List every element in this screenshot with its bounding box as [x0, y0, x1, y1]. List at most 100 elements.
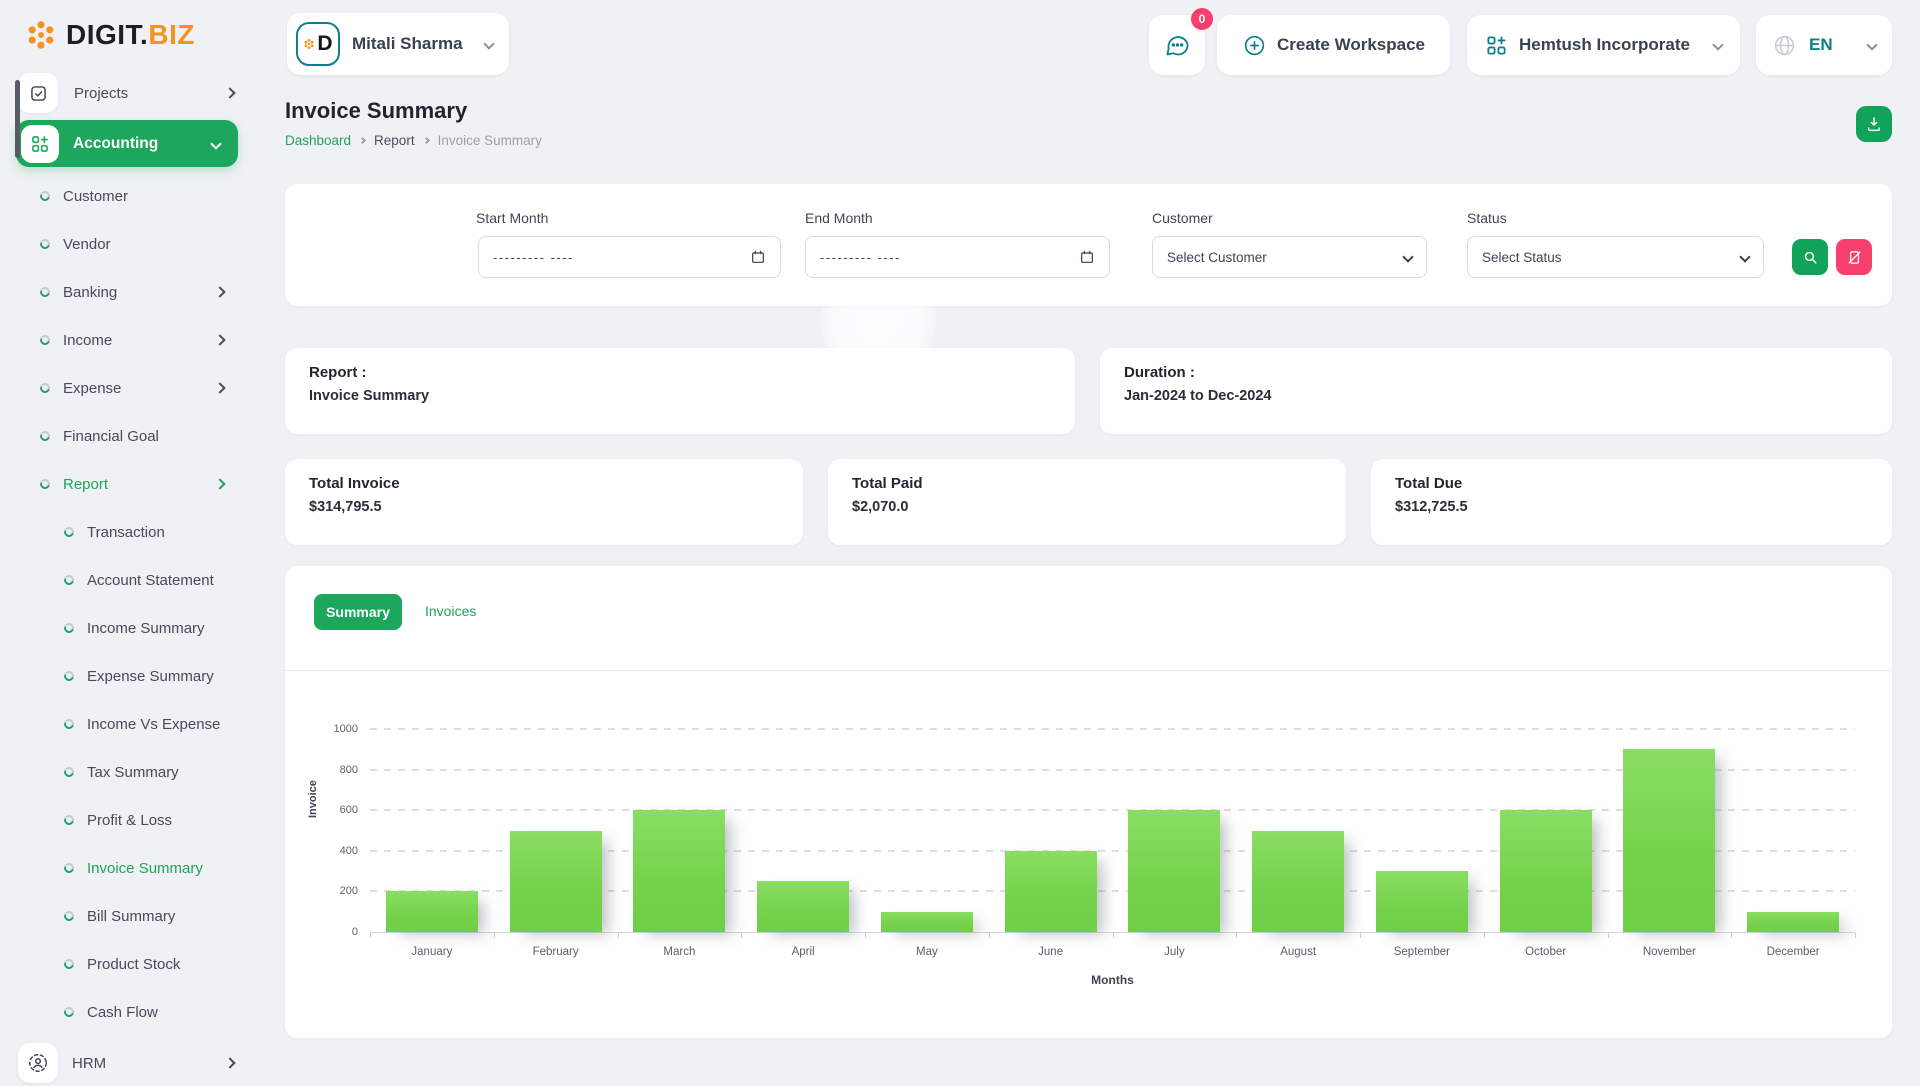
sidebar-item-vendor[interactable]: Vendor [0, 220, 258, 268]
sidebar-item-banking[interactable]: Banking [0, 268, 258, 316]
bullet-icon [62, 717, 76, 731]
sidebar-item-account-statement[interactable]: Account Statement [0, 556, 258, 604]
chat-icon [1164, 32, 1191, 59]
sidebar-scrollbar[interactable] [15, 80, 20, 158]
chevron-down-icon [483, 38, 495, 50]
sidebar-item-label: Banking [63, 283, 118, 301]
sidebar-item-invoice-summary[interactable]: Invoice Summary [0, 844, 258, 892]
app-screen: DIGIT.BIZ Projects Accounting Customer V… [0, 0, 1920, 1083]
hrm-person-icon [18, 1043, 58, 1083]
invoice-bar-chart-plot: 0 200 400 600 800 1000 January February March Apr… [334, 723, 1856, 958]
sidebar-item-cash-flow[interactable]: Cash Flow [0, 988, 258, 1036]
chevron-down-icon [1712, 39, 1724, 51]
breadcrumb-report[interactable]: Report [374, 133, 415, 148]
filter-panel: Start Month --------- ---- End Month ---… [285, 184, 1892, 306]
bullet-icon [62, 573, 76, 587]
status-select-value: Select Status [1482, 249, 1562, 265]
bullet-icon [38, 381, 52, 395]
sidebar-item-transaction[interactable]: Transaction [0, 508, 258, 556]
x-axis-tick [1855, 933, 1856, 938]
bullet-icon [38, 189, 52, 203]
bullet-icon [62, 909, 76, 923]
chevron-down-icon [210, 137, 222, 150]
chevron-right-icon [214, 334, 226, 346]
duration-value: Jan-2024 to Dec-2024 [1124, 388, 1272, 404]
sidebar-item-expense[interactable]: Expense [0, 364, 258, 412]
breadcrumb-separator [359, 136, 367, 145]
calendar-icon[interactable] [750, 249, 766, 265]
bar-august [1252, 830, 1345, 932]
breadcrumb-dashboard[interactable]: Dashboard [285, 133, 351, 148]
sidebar-item-label: Financial Goal [63, 427, 159, 445]
bar-october [1499, 810, 1592, 932]
sidebar-item-income-vs-expense[interactable]: Income Vs Expense [0, 700, 258, 748]
bar-may [880, 911, 973, 932]
bullet-icon [62, 813, 76, 827]
user-menu[interactable]: D Mitali Sharma [287, 13, 509, 75]
sidebar-item-tax-summary[interactable]: Tax Summary [0, 748, 258, 796]
status-select[interactable]: Select Status [1467, 236, 1764, 278]
x-tick-september: September [1393, 946, 1450, 958]
sidebar-item-product-stock[interactable]: Product Stock [0, 940, 258, 988]
workspace-selector[interactable]: Hemtush Incorporate [1467, 15, 1740, 75]
create-workspace-label: Create Workspace [1276, 35, 1426, 54]
start-month-label: Start Month [476, 210, 549, 226]
tab-divider [285, 670, 1892, 671]
sidebar-item-hrm[interactable]: HRM [18, 1040, 246, 1086]
x-axis-tick [988, 933, 990, 938]
sidebar-item-projects[interactable]: Projects [18, 70, 246, 116]
report-value: Invoice Summary [309, 388, 430, 404]
x-axis-tick [493, 933, 495, 938]
sidebar-item-label: Cash Flow [87, 1003, 158, 1021]
sidebar-item-label: Expense Summary [87, 667, 214, 685]
total-paid-label: Total Paid [852, 475, 923, 492]
x-tick-august: August [1280, 946, 1317, 958]
language-selector[interactable]: EN [1756, 15, 1892, 75]
sidebar-item-accounting[interactable]: Accounting [16, 120, 238, 167]
bullet-icon [62, 1005, 76, 1019]
chart-x-axis-label: Months [1091, 973, 1134, 987]
brand-logo[interactable]: DIGIT.BIZ [24, 18, 195, 52]
sidebar-item-income-summary[interactable]: Income Summary [0, 604, 258, 652]
sidebar-item-expense-summary[interactable]: Expense Summary [0, 652, 258, 700]
x-tick-july: July [1164, 946, 1185, 958]
download-icon [1868, 117, 1880, 132]
tab-summary[interactable]: Summary [314, 594, 402, 630]
sidebar-item-report[interactable]: Report [0, 460, 258, 508]
sidebar-item-label: Vendor [63, 235, 111, 253]
chat-badge: 0 [1191, 8, 1213, 30]
create-workspace-button[interactable]: Create Workspace [1217, 15, 1450, 75]
start-month-input[interactable]: --------- ---- [478, 236, 781, 278]
y-tick-800: 800 [339, 763, 358, 776]
sidebar-item-customer[interactable]: Customer [0, 172, 258, 220]
customer-select[interactable]: Select Customer [1152, 236, 1427, 278]
x-tick-december: December [1766, 946, 1820, 958]
sidebar-item-income[interactable]: Income [0, 316, 258, 364]
x-axis-tick [741, 933, 743, 938]
tab-invoices[interactable]: Invoices [425, 603, 476, 619]
sidebar-item-bill-summary[interactable]: Bill Summary [0, 892, 258, 940]
apply-filter-button[interactable] [1792, 239, 1828, 275]
x-tick-february: February [532, 946, 579, 958]
user-name: Mitali Sharma [352, 34, 463, 53]
globe-icon [1772, 33, 1797, 58]
sidebar-item-profit-loss[interactable]: Profit & Loss [0, 796, 258, 844]
total-due-label: Total Due [1395, 475, 1463, 492]
total-paid-value: $2,070.0 [852, 499, 909, 515]
total-due-value: $312,725.5 [1395, 499, 1468, 515]
bullet-icon [38, 333, 52, 347]
sidebar-item-label: Income Vs Expense [87, 715, 221, 733]
chat-button[interactable]: 0 [1149, 8, 1213, 75]
end-month-input[interactable]: --------- ---- [805, 236, 1110, 278]
x-axis-tick [1483, 933, 1485, 938]
plus-circle-icon [1242, 33, 1267, 58]
x-tick-june: June [1038, 946, 1064, 958]
sidebar-item-financial-goal[interactable]: Financial Goal [0, 412, 258, 460]
x-axis-tick [1236, 933, 1238, 938]
language-code: EN [1809, 35, 1833, 54]
reset-filter-button[interactable] [1836, 239, 1872, 275]
download-button[interactable] [1856, 106, 1892, 142]
calendar-icon[interactable] [1079, 249, 1095, 265]
bullet-icon [62, 861, 76, 875]
x-axis-tick [1607, 933, 1609, 938]
